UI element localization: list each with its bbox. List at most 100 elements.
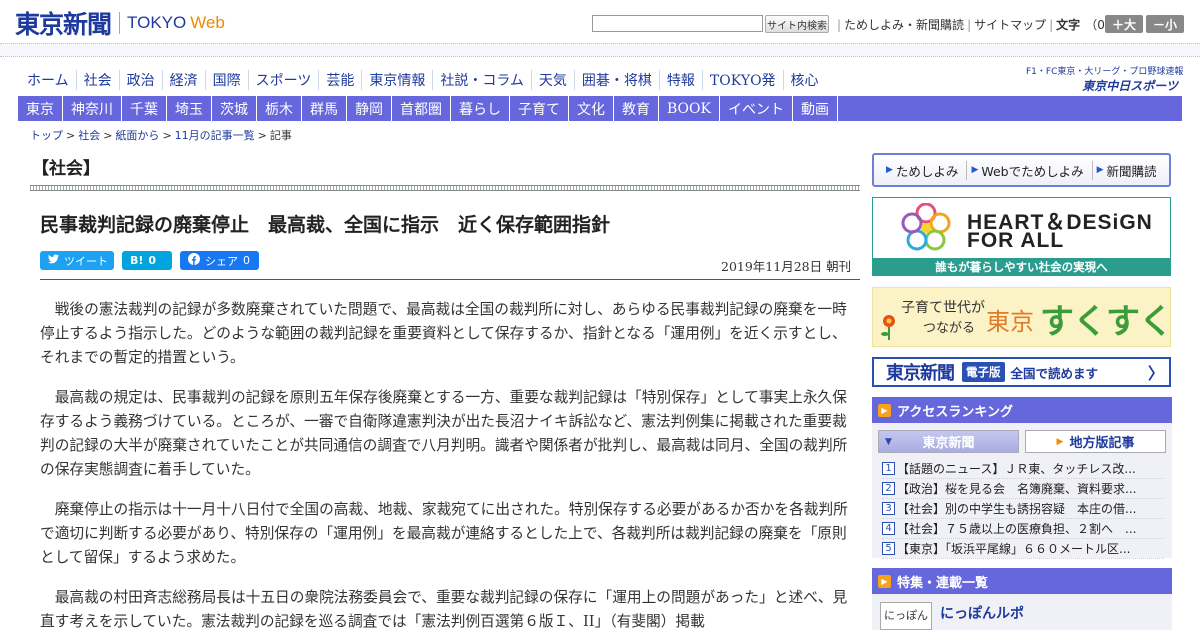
region-nav-item[interactable]: 文化: [569, 96, 614, 121]
breadcrumb-top[interactable]: トップ: [30, 129, 63, 142]
tab-local-articles-label: 地方版記事: [1069, 436, 1135, 451]
ranking-number: 4: [882, 522, 895, 535]
main-nav-item[interactable]: 社会: [75, 70, 119, 90]
site-logo[interactable]: 東京新聞 TOKYO Web: [15, 8, 225, 39]
region-nav-item[interactable]: 子育て: [510, 96, 569, 121]
region-nav-item[interactable]: 栃木: [257, 96, 302, 121]
breadcrumb-separator: >: [103, 129, 113, 142]
ranking-item[interactable]: 2 【政治】桜を見る会 名簿廃棄、資料要求...: [882, 479, 1164, 499]
section-divider: [30, 185, 860, 191]
main-nav-item[interactable]: 囲碁・将棋: [573, 70, 659, 90]
hatena-bookmark-button[interactable]: B! 0: [122, 251, 172, 270]
region-nav-item[interactable]: 動画: [793, 96, 838, 121]
main-nav-item[interactable]: 核心: [782, 70, 826, 90]
breadcrumb-separator: >: [162, 129, 172, 142]
ranking-item[interactable]: 4 【社会】７５歳以上の医療負担、２割へ ...: [882, 519, 1164, 539]
logo-web: Web: [190, 13, 225, 32]
region-nav-item[interactable]: 静岡: [347, 96, 392, 121]
triangle-right-icon: ▶: [886, 165, 893, 175]
region-nav-item[interactable]: BOOK: [659, 96, 720, 121]
feature-thumbnail[interactable]: にっぽん: [880, 602, 932, 630]
ranking-item[interactable]: 1 【話題のニュース】ＪＲ東、タッチレス改...: [882, 459, 1164, 479]
region-nav-item[interactable]: 暮らし: [451, 96, 510, 121]
site-search-button[interactable]: サイト内検索: [765, 15, 829, 33]
flower-icon: [881, 315, 895, 340]
features-title: 特集・連載一覧: [897, 575, 989, 591]
region-nav-item[interactable]: イベント: [720, 96, 793, 121]
region-nav-item[interactable]: 埼玉: [167, 96, 212, 121]
sukusuku-tokyo: 東京: [986, 308, 1034, 336]
site-search-input[interactable]: [592, 15, 763, 32]
facebook-share-count: 0: [243, 254, 250, 267]
tweet-label: ツイート: [64, 254, 108, 268]
breadcrumb-current: 記事: [269, 129, 292, 142]
main-nav-item[interactable]: 芸能: [318, 70, 361, 90]
region-nav-item[interactable]: 首都圏: [392, 96, 451, 121]
article-headline: 民事裁判記録の廃棄停止 最高裁、全国に指示 近く保存範囲指針: [40, 214, 611, 236]
main-nav-item[interactable]: 東京情報: [361, 70, 432, 90]
triangle-right-icon: ▶: [971, 165, 979, 175]
main-nav-item[interactable]: ホーム: [18, 70, 76, 90]
region-nav-item[interactable]: 神奈川: [63, 96, 122, 121]
chunichi-caption: F1・FC東京・大リーグ・プロ野球速報: [1026, 67, 1184, 77]
tokyo-sukusuku-banner[interactable]: 子育て世代が つながる 東京 すくすく: [872, 287, 1173, 347]
triangle-right-icon: ▶: [878, 403, 891, 417]
features-header: ▶ 特集・連載一覧: [872, 568, 1172, 594]
triangle-right-icon: ▶: [878, 574, 891, 588]
tab-local-articles[interactable]: ▶ 地方版記事: [1025, 430, 1166, 453]
main-nav-item[interactable]: 経済: [161, 70, 205, 90]
main-nav-item[interactable]: TOKYO発: [701, 70, 783, 90]
breadcrumb-month-list[interactable]: 11月の記事一覧: [175, 129, 255, 142]
ranking-header: ▶ アクセスランキング: [872, 397, 1172, 423]
tab-tokyo-shimbun[interactable]: ▼ 東京新聞: [878, 430, 1019, 453]
region-nav-item[interactable]: 群馬: [302, 96, 347, 121]
region-nav-item[interactable]: 教育: [614, 96, 659, 121]
subscribe-promo-bar: ▶ ためしよみ ▶ Webでためしよみ ▶ 新聞購読: [872, 153, 1171, 187]
main-nav-item[interactable]: 天気: [530, 70, 574, 90]
header-divider: [0, 43, 1200, 57]
promo-trial-link[interactable]: ▶ ためしよみ: [882, 161, 966, 180]
main-nav-item[interactable]: 社説・コラム: [432, 70, 531, 90]
font-smaller-button[interactable]: －小: [1146, 15, 1184, 33]
ranking-text: 【政治】桜を見る会 名簿廃棄、資料要求...: [897, 482, 1137, 496]
main-nav-item[interactable]: 特報: [658, 70, 702, 90]
ranking-number: 3: [882, 502, 895, 515]
article-paragraph: 廃棄停止の指示は十一月十八日付で全国の高裁、地裁、家裁宛てに出された。特別保存す…: [40, 501, 848, 566]
tweet-button[interactable]: ツイート: [40, 251, 114, 270]
logo-japanese: 東京新聞: [15, 10, 112, 39]
article-paragraph: 最高裁の村田斉志総務局長は十五日の衆院法務委員会で、重要な裁判記録の保存に「運用…: [40, 589, 848, 630]
main-nav-item[interactable]: 政治: [118, 70, 162, 90]
digital-edition-banner[interactable]: 東京新聞 電子版 全国で読めます 〉: [872, 357, 1171, 387]
feature-link-nippon-rupo[interactable]: にっぽんルポ: [940, 603, 1024, 623]
font-larger-button[interactable]: ＋大: [1105, 15, 1143, 33]
breadcrumb: トップ > 社会 > 紙面から >11月の記事一覧 > 記事: [30, 127, 292, 143]
ranking-number: 2: [882, 482, 895, 495]
hatena-count: 0: [148, 254, 157, 267]
region-nav-item[interactable]: 千葉: [122, 96, 167, 121]
region-nav-item[interactable]: 東京: [18, 96, 63, 121]
region-nav-item[interactable]: 茨城: [212, 96, 257, 121]
promo-trial-label: ためしよみ: [895, 163, 959, 179]
main-nav-item[interactable]: 国際: [204, 70, 248, 90]
link-trial-subscribe[interactable]: ためしよみ・新聞購読: [844, 16, 964, 33]
heart-design-banner[interactable]: HEART＆DESiGN FOR ALL 誰もが暮らしやすい社会の実現へ: [872, 197, 1171, 276]
sukusuku-logo: すくすく: [1040, 302, 1173, 342]
ranking-item[interactable]: 3 【社会】別の中学生も誘拐容疑 本庄の借...: [882, 499, 1164, 519]
date-divider: [40, 279, 860, 280]
chunichi-sports-banner[interactable]: F1・FC東京・大リーグ・プロ野球速報 東京中日スポーツ: [1026, 64, 1184, 93]
facebook-share-button[interactable]: シェア 0: [180, 251, 259, 270]
ranking-item[interactable]: 5 【東京】「坂浜平尾線」６６０メートル区...: [882, 539, 1164, 559]
breadcrumb-society[interactable]: 社会: [78, 129, 100, 142]
breadcrumb-print[interactable]: 紙面から: [115, 129, 159, 142]
promo-subscribe-label: 新聞購読: [1106, 163, 1157, 179]
heart-flower-logo-icon: [901, 203, 951, 251]
edition-logo: 東京新聞: [886, 363, 955, 384]
breadcrumb-separator: >: [66, 129, 76, 142]
logo-divider: [119, 12, 121, 34]
promo-subscribe-link[interactable]: ▶ 新聞購読: [1091, 160, 1165, 180]
ranking-number: 5: [882, 542, 895, 555]
main-nav-item[interactable]: スポーツ: [247, 70, 319, 90]
twitter-bird-icon: [48, 254, 59, 267]
link-sitemap[interactable]: サイトマップ: [974, 16, 1046, 33]
promo-web-trial-link[interactable]: ▶ Webでためしよみ: [966, 160, 1091, 180]
